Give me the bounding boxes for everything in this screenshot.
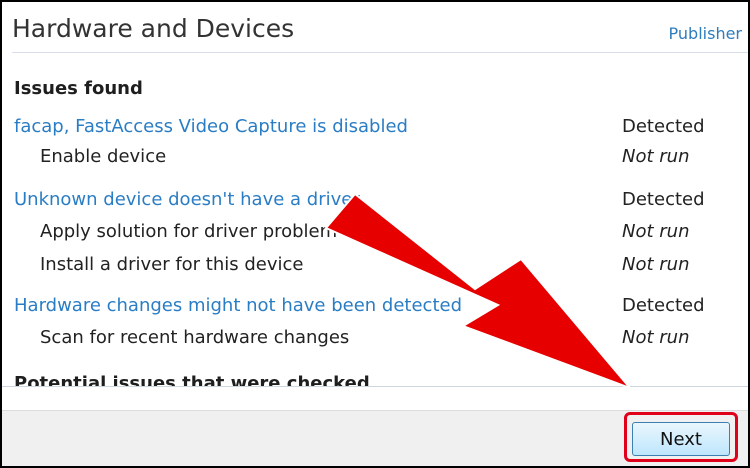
issue-label[interactable]: Hardware changes might not have been det… [14,295,462,316]
header-divider [12,52,748,53]
issue-status: Detected [622,189,705,210]
issue-row-unknown-device[interactable]: Unknown device doesn't have a driver Det… [2,189,748,217]
content-divider [2,386,748,387]
step-row-install-driver: Install a driver for this device Not run [2,254,748,282]
issue-status: Detected [622,116,705,137]
troubleshooter-window: Hardware and Devices Publisher Issues fo… [0,0,750,468]
potential-issues-heading: Potential issues that were checked [14,373,370,386]
step-row-enable-device: Enable device Not run [2,146,748,174]
step-status: Not run [622,254,690,275]
step-label: Enable device [40,146,167,167]
step-label: Apply solution for driver problem [40,221,338,242]
issues-found-heading: Issues found [14,78,143,99]
page-title: Hardware and Devices [12,14,295,43]
issue-label[interactable]: Unknown device doesn't have a driver [14,189,360,210]
step-row-scan-hardware: Scan for recent hardware changes Not run [2,327,748,355]
step-status: Not run [622,221,690,242]
step-label: Scan for recent hardware changes [40,327,350,348]
step-row-apply-solution: Apply solution for driver problem Not ru… [2,221,748,249]
next-button[interactable]: Next [632,422,730,456]
step-status: Not run [622,327,690,348]
publisher-link[interactable]: Publisher [669,24,742,43]
step-label: Install a driver for this device [40,254,304,275]
window-header: Hardware and Devices Publisher [2,2,748,60]
results-panel: Issues found facap, FastAccess Video Cap… [2,60,748,386]
step-status: Not run [622,146,690,167]
issue-label[interactable]: facap, FastAccess Video Capture is disab… [14,116,408,137]
issue-status: Detected [622,295,705,316]
issue-row-hardware-changes[interactable]: Hardware changes might not have been det… [2,295,748,323]
issue-row-video-capture[interactable]: facap, FastAccess Video Capture is disab… [2,116,748,144]
